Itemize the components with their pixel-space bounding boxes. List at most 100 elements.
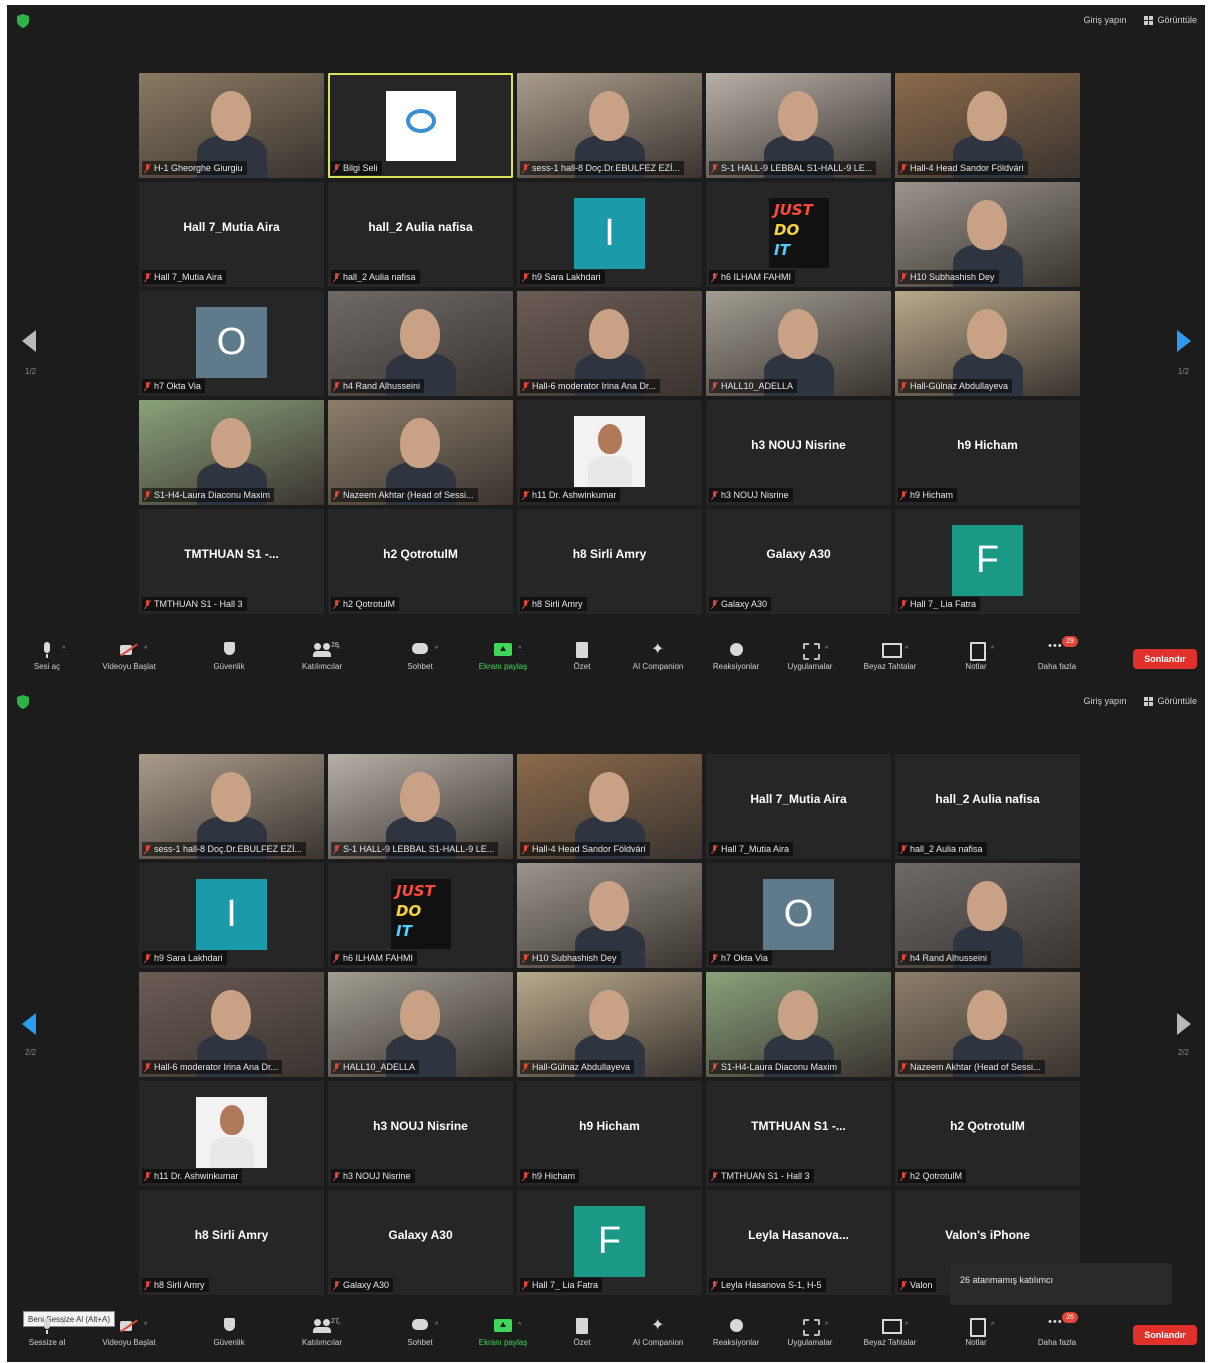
toolbar-shield-button[interactable]: Güvenlik	[194, 642, 264, 671]
previous-page-arrow-icon[interactable]	[22, 330, 36, 352]
participant-tile[interactable]: H10 Subhashish Dey	[895, 182, 1080, 287]
toolbar-whiteboard-button[interactable]: Beyaz Tahtalar ^	[855, 642, 925, 671]
participant-tile[interactable]: Oh7 Okta Via	[139, 291, 324, 396]
participant-tile[interactable]: h4 Rand Alhusseini	[328, 291, 513, 396]
toolbar-notes-button[interactable]: Notlar ^	[941, 1318, 1011, 1347]
toolbar-participants-button[interactable]: Katılımcılar ^ 28	[287, 642, 357, 671]
chevron-up-icon[interactable]: ^	[435, 1322, 438, 1329]
chevron-up-icon[interactable]: ^	[905, 1322, 908, 1329]
participant-tile[interactable]: Hall 7_Mutia Aira Hall 7_Mutia Aira	[139, 182, 324, 287]
view-button[interactable]: Görüntüle	[1144, 696, 1197, 706]
toolbar-share-screen-button[interactable]: Ekranı paylaş ^	[468, 642, 538, 671]
chevron-up-icon[interactable]: ^	[144, 1322, 147, 1329]
view-button[interactable]: Görüntüle	[1144, 15, 1197, 25]
toolbar-ai-companion-button[interactable]: AI Companion	[623, 1315, 693, 1347]
toolbar-chat-button[interactable]: Sohbet ^	[385, 1318, 455, 1347]
participant-tile[interactable]: Galaxy A30 Galaxy A30	[706, 509, 891, 614]
toolbar-apps-button[interactable]: Uygulamalar ^	[775, 1318, 845, 1347]
participant-tile[interactable]: Galaxy A30 Galaxy A30	[328, 1190, 513, 1295]
participant-tile[interactable]: Ih9 Sara Lakhdari	[517, 182, 702, 287]
participant-tile[interactable]: Bilgi Seli	[328, 73, 513, 178]
encryption-shield-icon[interactable]	[17, 695, 29, 709]
toolbar-ai-companion-button[interactable]: AI Companion	[623, 639, 693, 671]
participant-tile[interactable]: H10 Subhashish Dey	[517, 863, 702, 968]
participant-tile[interactable]: hall_2 Aulia nafisa hall_2 Aulia nafisa	[328, 182, 513, 287]
chevron-up-icon[interactable]: ^	[825, 646, 828, 653]
end-meeting-button[interactable]: Sonlandır	[1133, 649, 1197, 669]
toolbar-more-button[interactable]: Daha fazla 29	[1022, 636, 1092, 671]
participant-tile[interactable]: Hall-4 Head Sandor Földvári	[895, 73, 1080, 178]
chevron-up-icon[interactable]: ^	[905, 646, 908, 653]
chevron-up-icon[interactable]: ^	[991, 646, 994, 653]
toolbar-mic-button[interactable]: Sessize al ^	[12, 1318, 82, 1347]
toolbar-whiteboard-button[interactable]: Beyaz Tahtalar ^	[855, 1318, 925, 1347]
participant-tile[interactable]: Ih9 Sara Lakhdari	[139, 863, 324, 968]
participant-tile[interactable]: Hall-Gülnaz Abdullayeva	[895, 291, 1080, 396]
chevron-up-icon[interactable]: ^	[62, 1322, 65, 1329]
participant-tile[interactable]: JUST DO IT h6 ILHAM FAHMI	[328, 863, 513, 968]
participant-tile[interactable]: Hall-Gülnaz Abdullayeva	[517, 972, 702, 1077]
unassigned-participants-popup[interactable]: 26 atanmamış katılımcı	[950, 1263, 1172, 1305]
participant-tile[interactable]: h3 NOUJ Nisrine h3 NOUJ Nisrine	[328, 1081, 513, 1186]
participant-tile[interactable]: h2 QotrotulM h2 QotrotulM	[328, 509, 513, 614]
toolbar-share-screen-button[interactable]: Ekranı paylaş ^	[468, 1318, 538, 1347]
toolbar-notes-button[interactable]: Notlar ^	[941, 642, 1011, 671]
chevron-up-icon[interactable]: ^	[62, 646, 65, 653]
speaker-view-button[interactable]: Giriş yapın	[1083, 696, 1126, 706]
participant-tile[interactable]: Nazeem Akhtar (Head of Sessi...	[328, 400, 513, 505]
participant-tile[interactable]: H-1 Gheorghe Giurgiu	[139, 73, 324, 178]
chevron-up-icon[interactable]: ^	[518, 646, 521, 653]
participant-tile[interactable]: TMTHUAN S1 -... TMTHUAN S1 - Hall 3	[139, 509, 324, 614]
toolbar-apps-button[interactable]: Uygulamalar ^	[775, 642, 845, 671]
participant-tile[interactable]: HALL10_ADELLA	[328, 972, 513, 1077]
participant-tile[interactable]: JUST DO IT h6 ILHAM FAHMI	[706, 182, 891, 287]
participant-tile[interactable]: Nazeem Akhtar (Head of Sessi...	[895, 972, 1080, 1077]
participant-tile[interactable]: hall_2 Aulia nafisa hall_2 Aulia nafisa	[895, 754, 1080, 859]
next-page-arrow-icon[interactable]	[1177, 330, 1191, 352]
participant-tile[interactable]: S1-H4-Laura Diaconu Maxim	[139, 400, 324, 505]
chevron-up-icon[interactable]: ^	[435, 646, 438, 653]
end-meeting-button[interactable]: Sonlandır	[1133, 1325, 1197, 1345]
participant-tile[interactable]: Hall-6 moderator Irina Ana Dr...	[517, 291, 702, 396]
participant-tile[interactable]: Leyla Hasanova... Leyla Hasanova S-1, H-5	[706, 1190, 891, 1295]
participant-tile[interactable]: h11 Dr. Ashwinkumar	[517, 400, 702, 505]
toolbar-shield-button[interactable]: Güvenlik	[194, 1318, 264, 1347]
participant-tile[interactable]: Hall-6 moderator Irina Ana Dr...	[139, 972, 324, 1077]
participant-tile[interactable]: F Hall 7_ Lia Fatra	[517, 1190, 702, 1295]
participant-tile[interactable]: h9 Hicham h9 Hicham	[517, 1081, 702, 1186]
toolbar-summary-button[interactable]: Özet	[547, 1318, 617, 1347]
participant-tile[interactable]: TMTHUAN S1 -... TMTHUAN S1 - Hall 3	[706, 1081, 891, 1186]
chevron-up-icon[interactable]: ^	[825, 1322, 828, 1329]
toolbar-reactions-button[interactable]: Reaksiyonlar	[701, 642, 771, 671]
encryption-shield-icon[interactable]	[17, 14, 29, 28]
participant-tile[interactable]: h11 Dr. Ashwinkumar	[139, 1081, 324, 1186]
toolbar-mic-button[interactable]: Sesi aç ^	[12, 642, 82, 671]
toolbar-participants-button[interactable]: Katılımcılar ^ 27	[287, 1318, 357, 1347]
chevron-up-icon[interactable]: ^	[991, 1322, 994, 1329]
participant-tile[interactable]: h8 Sirli Amry h8 Sirli Amry	[517, 509, 702, 614]
participant-tile[interactable]: Oh7 Okta Via	[706, 863, 891, 968]
chevron-up-icon[interactable]: ^	[144, 646, 147, 653]
participant-tile[interactable]: Hall 7_Mutia Aira Hall 7_Mutia Aira	[706, 754, 891, 859]
participant-tile[interactable]: sess-1 hall-8 Doç.Dr.EBULFEZ EZİ...	[139, 754, 324, 859]
participant-tile[interactable]: sess-1 hall-8 Doç.Dr.EBULFEZ EZİ...	[517, 73, 702, 178]
participant-tile[interactable]: F Hall 7_ Lia Fatra	[895, 509, 1080, 614]
participant-tile[interactable]: h2 QotrotulM h2 QotrotulM	[895, 1081, 1080, 1186]
participant-tile[interactable]: HALL10_ADELLA	[706, 291, 891, 396]
toolbar-camera-off-button[interactable]: Videoyu Başlat ^	[94, 1318, 164, 1347]
participant-tile[interactable]: h4 Rand Alhusseini	[895, 863, 1080, 968]
previous-page-arrow-icon[interactable]	[22, 1013, 36, 1035]
toolbar-reactions-button[interactable]: Reaksiyonlar	[701, 1318, 771, 1347]
participant-tile[interactable]: Hall-4 Head Sandor Földvári	[517, 754, 702, 859]
next-page-arrow-icon[interactable]	[1177, 1013, 1191, 1035]
toolbar-more-button[interactable]: Daha fazla 26	[1022, 1312, 1092, 1347]
participant-tile[interactable]: S1-H4-Laura Diaconu Maxim	[706, 972, 891, 1077]
chevron-up-icon[interactable]: ^	[518, 1322, 521, 1329]
toolbar-chat-button[interactable]: Sohbet ^	[385, 642, 455, 671]
toolbar-summary-button[interactable]: Özet	[547, 642, 617, 671]
toolbar-camera-off-button[interactable]: Videoyu Başlat ^	[94, 642, 164, 671]
participant-tile[interactable]: h3 NOUJ Nisrine h3 NOUJ Nisrine	[706, 400, 891, 505]
participant-tile[interactable]: h9 Hicham h9 Hicham	[895, 400, 1080, 505]
participant-tile[interactable]: h8 Sirli Amry h8 Sirli Amry	[139, 1190, 324, 1295]
participant-tile[interactable]: S-1 HALL-9 LEBBAL S1-HALL-9 LE...	[328, 754, 513, 859]
